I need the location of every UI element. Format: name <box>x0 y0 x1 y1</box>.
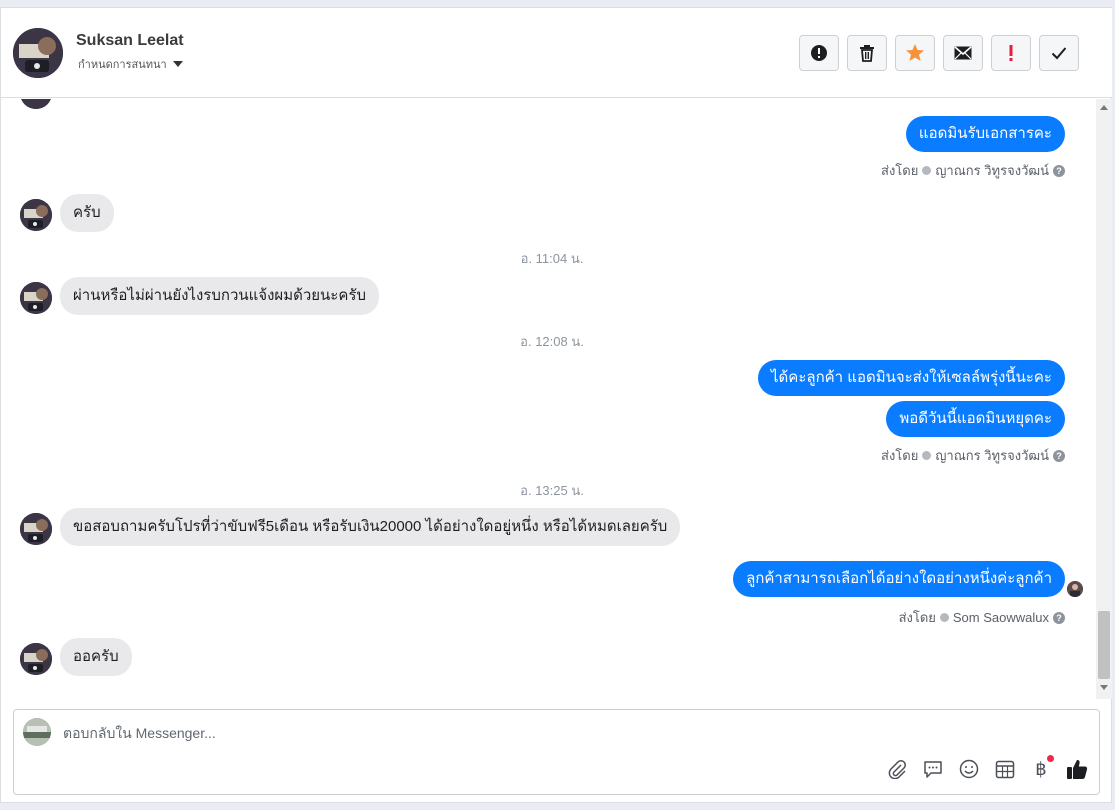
sender-name[interactable]: ญาณกร วิทูรจงวัฒน์ <box>935 160 1049 181</box>
conversation-panel: Suksan Leelat กำหนดการสนทนา แอดมินรับเอก… <box>0 7 1112 803</box>
sent-by-label: ส่งโดย ญาณกร วิทูรจงวัฒน์ ? <box>881 160 1065 181</box>
help-icon[interactable]: ? <box>1053 164 1065 177</box>
message-scrollbar[interactable] <box>1096 99 1112 699</box>
contact-avatar-small[interactable] <box>20 199 52 231</box>
verified-icon <box>922 451 932 460</box>
assign-label: กำหนดการสนทนา <box>78 59 167 71</box>
spam-report-button[interactable] <box>799 35 839 71</box>
saved-reply-button[interactable] <box>922 758 944 780</box>
reply-composer: ฿ <box>13 709 1100 795</box>
verified-icon <box>939 613 949 622</box>
message-timestamp: อ. 12:08 น. <box>520 334 584 349</box>
assign-conversation-dropdown[interactable]: กำหนดการสนทนา <box>78 55 183 73</box>
composer-tools: ฿ <box>886 755 1088 780</box>
outgoing-message[interactable]: ได้คะลูกค้า แอดมินจะส่งให้เซลล์พรุ่งนี้น… <box>758 360 1065 396</box>
attach-file-button[interactable] <box>886 758 908 780</box>
notification-dot <box>1047 755 1054 762</box>
appointment-icon <box>995 760 1015 779</box>
sent-by-prefix: ส่งโดย <box>898 610 936 625</box>
page-avatar <box>23 718 51 746</box>
star-button[interactable] <box>895 35 935 71</box>
mark-done-button[interactable] <box>1039 35 1079 71</box>
scroll-up-arrow-icon[interactable] <box>1100 105 1108 110</box>
trash-icon <box>860 45 874 62</box>
sender-name[interactable]: Som Saowwalux <box>953 610 1049 625</box>
header-actions <box>799 35 1079 71</box>
reply-input[interactable] <box>63 723 963 743</box>
verified-icon <box>922 166 932 175</box>
contact-avatar-small[interactable] <box>20 643 52 675</box>
contact-avatar[interactable] <box>13 28 63 78</box>
conversation-header: Suksan Leelat กำหนดการสนทนา <box>1 8 1112 98</box>
delete-button[interactable] <box>847 35 887 71</box>
contact-avatar-small[interactable] <box>20 282 52 314</box>
help-icon[interactable]: ? <box>1053 449 1065 462</box>
mark-unread-button[interactable] <box>943 35 983 71</box>
checkmark-icon <box>1051 47 1067 60</box>
incoming-message[interactable]: ผ่านหรือไม่ผ่านยังไงรบกวนแจ้งผมด้วยนะครั… <box>60 277 379 315</box>
contact-name: Suksan Leelat <box>76 32 184 49</box>
sender-name[interactable]: ญาณกร วิทูรจงวัฒน์ <box>935 445 1049 466</box>
appointment-button[interactable] <box>994 758 1016 780</box>
envelope-icon <box>954 46 972 60</box>
emoji-icon <box>959 759 979 779</box>
sent-by-prefix: ส่งโดย <box>881 448 919 463</box>
star-icon <box>906 44 924 61</box>
incoming-message[interactable]: ขอสอบถามครับโปรที่ว่าขับฟรี5เดือน หรือรั… <box>60 508 681 546</box>
scroll-down-arrow-icon[interactable] <box>1100 685 1108 690</box>
incoming-message[interactable]: ครับ <box>60 194 114 232</box>
help-icon[interactable]: ? <box>1053 611 1065 624</box>
sent-by-label: ส่งโดย ญาณกร วิทูรจงวัฒน์ ? <box>881 445 1065 466</box>
outgoing-message[interactable]: แอดมินรับเอกสารคะ <box>905 116 1065 152</box>
payment-baht-icon: ฿ <box>1035 758 1047 780</box>
outgoing-message[interactable]: ลูกค้าสามารถเลือกได้อย่างใดอย่างหนึ่งค่ะ… <box>733 561 1065 597</box>
message-timestamp: อ. 13:25 น. <box>520 483 584 498</box>
chevron-down-icon <box>172 61 183 67</box>
saved-reply-icon <box>924 761 942 778</box>
contact-avatar-small[interactable] <box>20 513 52 545</box>
seen-avatar <box>1067 581 1083 597</box>
message-timestamp: อ. 11:04 น. <box>520 251 584 266</box>
thumbs-up-icon <box>1067 760 1088 779</box>
payment-button[interactable]: ฿ <box>1030 755 1054 780</box>
message-thread[interactable]: แอดมินรับเอกสารคะ ส่งโดย ญาณกร วิทูรจงวั… <box>1 99 1096 699</box>
paperclip-icon <box>888 760 906 779</box>
exclamation-icon <box>1009 45 1013 61</box>
alert-circle-icon <box>811 45 827 61</box>
flag-important-button[interactable] <box>991 35 1031 71</box>
contact-avatar-small <box>20 99 52 109</box>
like-button[interactable] <box>1066 758 1088 780</box>
outgoing-message[interactable]: พอดีวันนี้แอดมินหยุดคะ <box>886 401 1065 437</box>
emoji-button[interactable] <box>958 758 980 780</box>
sent-by-label: ส่งโดย Som Saowwalux ? <box>899 607 1065 628</box>
scroll-thumb[interactable] <box>1098 611 1110 679</box>
incoming-message[interactable]: ออครับ <box>60 638 132 676</box>
sent-by-prefix: ส่งโดย <box>881 163 919 178</box>
